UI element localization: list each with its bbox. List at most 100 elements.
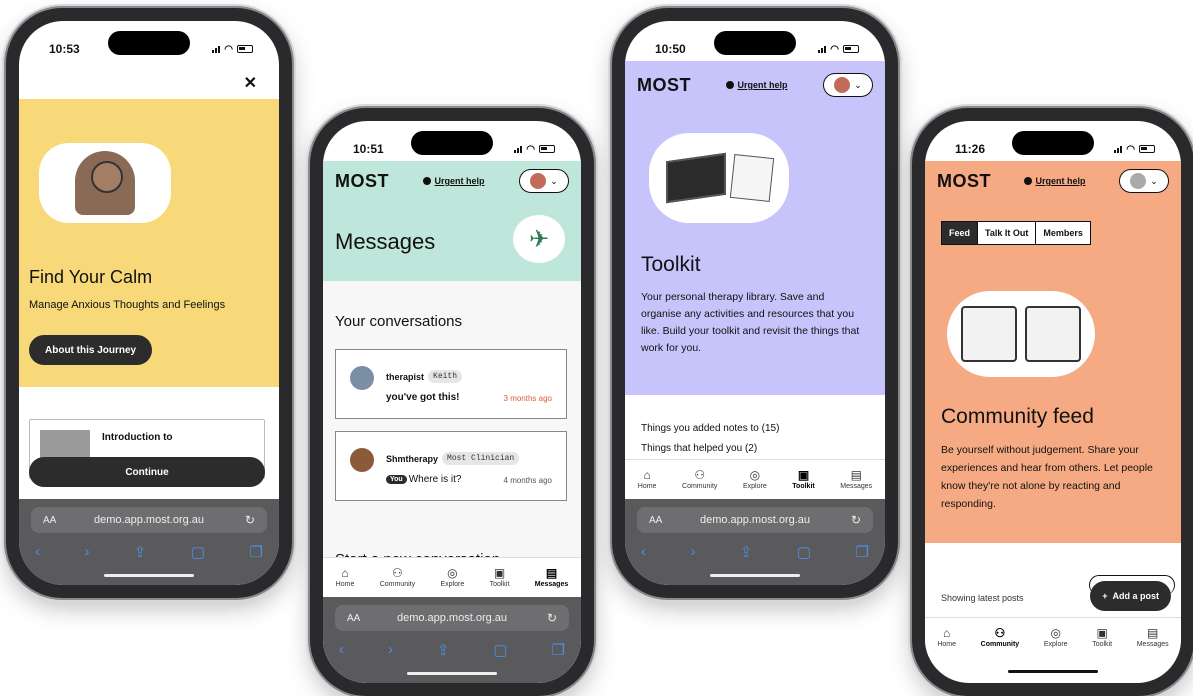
bookmarks-icon[interactable]: ▢ [797, 543, 811, 561]
back-icon[interactable]: ‹ [35, 543, 40, 561]
tabs-icon[interactable]: ❐ [552, 641, 565, 659]
tab-messages[interactable]: ▤ Messages [535, 567, 568, 588]
home-indicator [407, 672, 497, 675]
profile-menu[interactable]: ⌄ [1118, 169, 1169, 193]
tab-home[interactable]: ⌂ Home [937, 627, 956, 648]
share-icon[interactable]: ⇪ [134, 543, 147, 561]
tab-label: Explore [743, 483, 767, 490]
text-size-icon[interactable]: AA [43, 515, 56, 526]
tabs-icon[interactable]: ❐ [856, 543, 869, 561]
most-logo[interactable]: MOST [335, 171, 389, 192]
about-journey-button[interactable]: About this Journey [29, 335, 153, 365]
screen: 10:53 ◠ ✕ Find Your Calm Manage Anxious … [19, 21, 279, 585]
tab-toolkit[interactable]: ▣ Toolkit [792, 469, 814, 490]
reload-icon[interactable]: ↻ [547, 611, 557, 625]
tab-members[interactable]: Members [1035, 222, 1090, 244]
back-icon[interactable]: ‹ [641, 543, 646, 561]
avatar [530, 173, 547, 189]
tab-toolkit[interactable]: ▣ Toolkit [490, 567, 510, 588]
conversations-title: Your conversations [335, 313, 463, 330]
avatar [834, 77, 851, 93]
close-button[interactable]: ✕ [244, 73, 257, 93]
forward-icon[interactable]: › [388, 641, 393, 659]
reload-icon[interactable]: ↻ [851, 513, 861, 527]
home-indicator [1008, 670, 1098, 673]
phone-messages: 10:51 ◠ MOST Urgent help ⌄ Messages ✈ Yo… [310, 108, 594, 696]
tab-community[interactable]: ⚇ Community [981, 627, 1020, 648]
last-message-row: You Where is it? [386, 474, 462, 485]
urgent-help-link[interactable]: Urgent help [1024, 176, 1086, 186]
tab-messages[interactable]: ▤ Messages [840, 469, 872, 490]
tab-community[interactable]: ⚇ Community [380, 567, 415, 588]
list-item[interactable]: Things you added notes to (15) [641, 419, 779, 439]
alert-icon [726, 81, 735, 89]
share-icon[interactable]: ⇪ [437, 641, 450, 659]
intro-card-title: Introduction to [102, 432, 173, 443]
profile-menu[interactable]: ⌄ [518, 169, 569, 193]
chevron-down-icon: ⌄ [854, 79, 862, 90]
compass-icon: ◎ [749, 468, 761, 482]
messages-icon: ▤ [1147, 626, 1159, 640]
bookmarks-icon[interactable]: ▢ [493, 641, 507, 659]
notepad [729, 154, 775, 202]
community-illustration [947, 291, 1095, 377]
list-item[interactable]: Things that helped you (2) [641, 439, 779, 459]
tab-explore[interactable]: ◎ Explore [743, 469, 767, 490]
text-size-icon[interactable]: AA [649, 515, 662, 526]
dynamic-island [411, 131, 493, 155]
tab-home[interactable]: ⌂ Home [638, 469, 657, 490]
tab-explore[interactable]: ◎ Explore [1044, 627, 1068, 648]
conversation-card[interactable]: therapist Keith you've got this! 3 month… [335, 349, 567, 419]
tab-community[interactable]: ⚇ Community [682, 469, 717, 490]
community-icon: ⚇ [994, 626, 1006, 640]
page-title: Community feed [941, 405, 1094, 428]
latest-posts-label: Showing latest posts [941, 593, 1024, 603]
back-icon[interactable]: ‹ [339, 641, 344, 659]
most-logo[interactable]: MOST [637, 75, 691, 96]
status-time: 10:51 [353, 142, 384, 156]
role-tag: Most Clinician [442, 452, 520, 465]
text-size-icon[interactable]: AA [347, 613, 360, 624]
tab-label: Explore [440, 581, 465, 588]
battery-icon [1139, 145, 1155, 153]
conversation-name: Shmtherapy [386, 453, 439, 464]
url-bar[interactable]: AA demo.app.most.org.au ↻ [637, 507, 873, 533]
alert-icon [1024, 177, 1033, 185]
tabs-icon[interactable]: ❐ [250, 543, 263, 561]
tab-home[interactable]: ⌂ Home [336, 567, 355, 588]
tab-explore[interactable]: ◎ Explore [440, 567, 464, 588]
forward-icon[interactable]: › [84, 543, 89, 561]
share-icon[interactable]: ⇪ [740, 543, 753, 561]
role-tag: Keith [428, 370, 463, 383]
profile-menu[interactable]: ⌄ [822, 73, 873, 97]
plus-icon: + [1102, 591, 1108, 601]
calm-illustration [39, 143, 171, 223]
journey-subtitle: Manage Anxious Thoughts and Feelings [29, 299, 226, 311]
urgent-help-link[interactable]: Urgent help [726, 80, 788, 90]
bookmarks-icon[interactable]: ▢ [191, 543, 205, 561]
add-post-button[interactable]: + Add a post [1090, 581, 1171, 611]
forward-icon[interactable]: › [690, 543, 695, 561]
dynamic-island [108, 31, 190, 55]
community-icon: ⚇ [694, 468, 706, 482]
most-logo[interactable]: MOST [937, 171, 991, 192]
continue-button[interactable]: Continue [29, 457, 265, 487]
tab-messages[interactable]: ▤ Messages [1137, 627, 1169, 648]
url-bar[interactable]: AA demo.app.most.org.au ↻ [335, 605, 569, 631]
tab-toolkit[interactable]: ▣ Toolkit [1092, 627, 1112, 648]
status-time: 10:53 [49, 42, 80, 56]
url-bar[interactable]: AA demo.app.most.org.au ↻ [31, 507, 267, 533]
url-text: demo.app.most.org.au [699, 514, 811, 526]
urgent-help-label: Urgent help [1035, 176, 1086, 186]
laptop-illustration [649, 133, 789, 223]
safari-toolbar: AA demo.app.most.org.au ↻ ‹ › ⇪ ▢ ❐ [323, 597, 581, 683]
tab-talk-it-out[interactable]: Talk It Out [977, 222, 1035, 244]
tab-label: Home [637, 483, 657, 490]
tab-feed[interactable]: Feed [942, 222, 978, 244]
conversation-card[interactable]: Shmtherapy Most Clinician You Where is i… [335, 431, 567, 501]
last-message: you've got this! [386, 392, 460, 403]
app-header: MOST Urgent help ⌄ [937, 169, 1169, 193]
urgent-help-link[interactable]: Urgent help [423, 176, 485, 186]
screen: 10:51 ◠ MOST Urgent help ⌄ Messages ✈ Yo… [323, 121, 581, 683]
reload-icon[interactable]: ↻ [245, 513, 255, 527]
